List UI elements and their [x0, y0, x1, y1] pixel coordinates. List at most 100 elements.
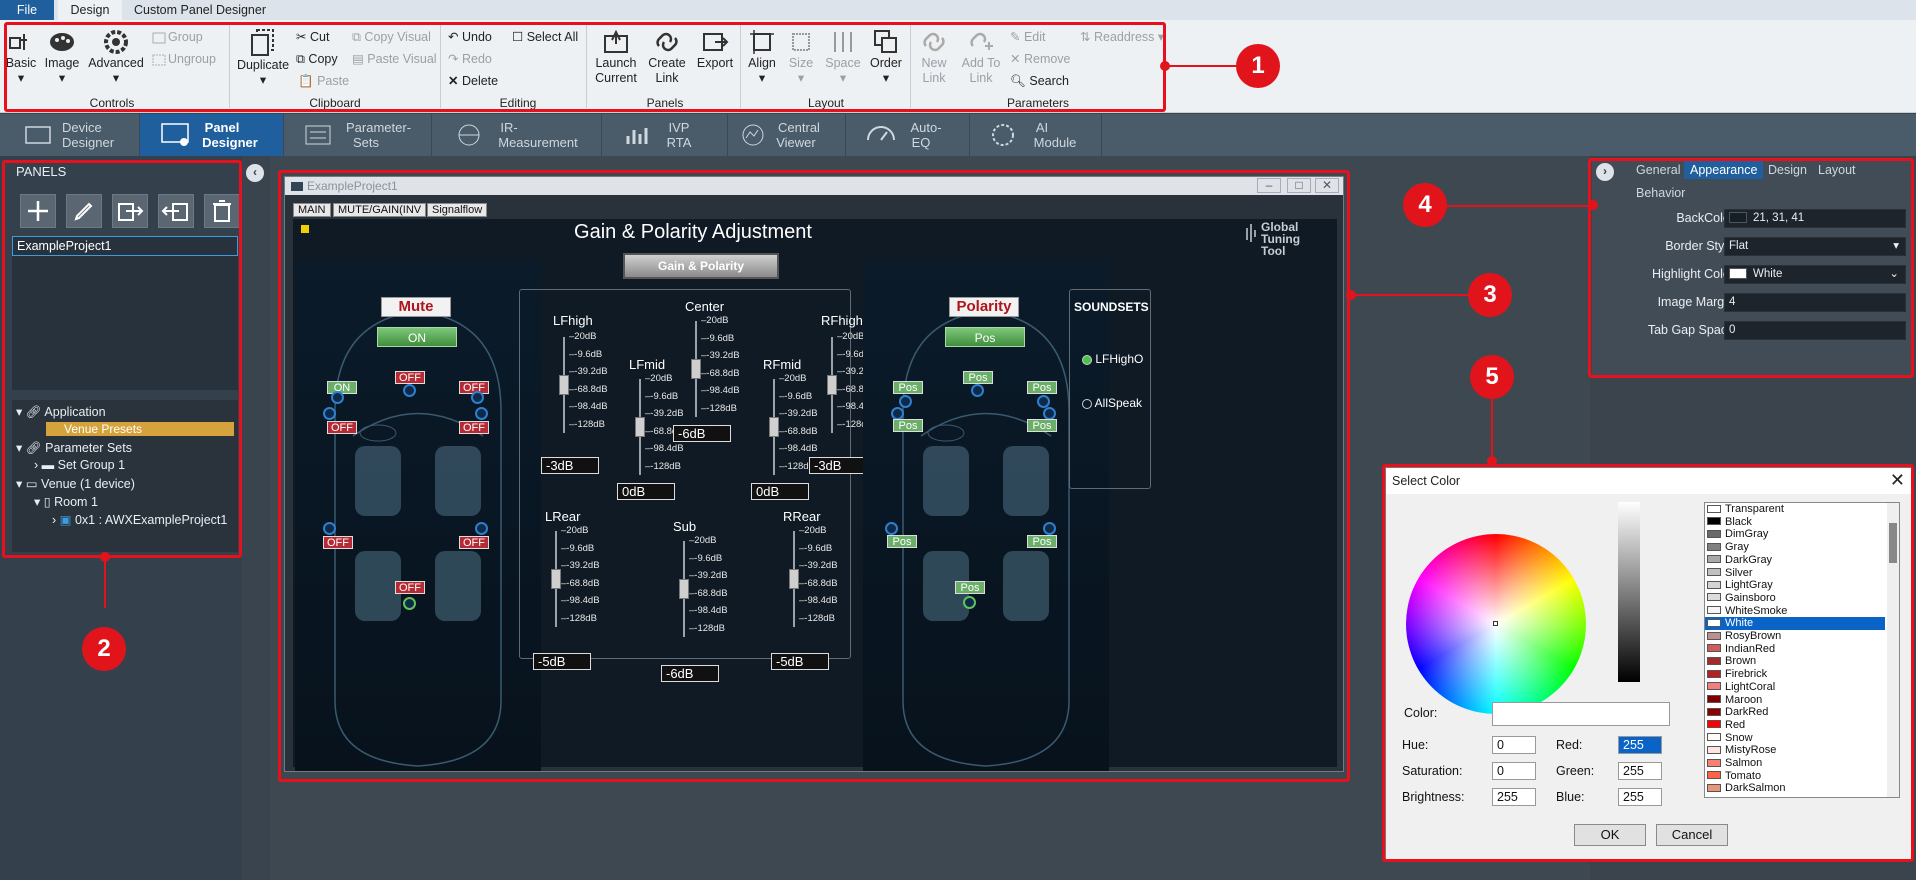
mute-chip[interactable]: OFF — [323, 536, 353, 549]
panel-list-item[interactable]: ExampleProject1 — [12, 236, 238, 256]
order-button[interactable]: Order ▾ — [866, 28, 906, 86]
color-list-item[interactable]: LightCoral — [1705, 681, 1885, 694]
color-list-item[interactable]: IndianRed — [1705, 643, 1885, 656]
ok-button[interactable]: OK — [1574, 824, 1646, 846]
image-margin-field[interactable]: 4 — [1724, 293, 1906, 312]
color-list-item[interactable]: DarkRed — [1705, 706, 1885, 719]
space-button[interactable]: Space ▾ — [824, 28, 862, 86]
color-wheel[interactable] — [1406, 534, 1586, 714]
fader-value-field[interactable]: -6dB — [673, 425, 731, 442]
tree-node-venue-presets[interactable]: Venue Presets — [46, 422, 234, 436]
collapse-panel-button[interactable]: ‹ — [246, 164, 264, 182]
red-input[interactable]: 255 — [1618, 736, 1662, 754]
create-link-button[interactable]: Create Link — [646, 28, 688, 86]
duplicate-button[interactable]: Duplicate ▾ — [234, 28, 292, 88]
soundset-option[interactable]: AllSpeak — [1082, 396, 1142, 410]
polarity-toggle-button[interactable]: Pos — [945, 327, 1025, 347]
polarity-chip[interactable]: Pos — [1027, 419, 1057, 432]
brightness-input[interactable]: 255 — [1492, 788, 1536, 806]
mute-chip[interactable]: OFF — [395, 581, 425, 594]
fader-handle[interactable] — [679, 579, 689, 599]
delete-button[interactable]: ✕ Delete — [448, 70, 498, 92]
search-button[interactable]: 🔍︎ Search — [1010, 70, 1069, 92]
tab-ir-measurement[interactable]: IR- Measurement — [432, 114, 602, 156]
fader-value-field[interactable]: 0dB — [751, 483, 809, 500]
copy-visual-button[interactable]: ⧉ Copy Visual — [352, 26, 431, 48]
color-list-item[interactable]: Silver — [1705, 567, 1885, 580]
color-list-item[interactable]: Transparent — [1705, 503, 1885, 516]
color-list-item[interactable]: LightGray — [1705, 579, 1885, 592]
mute-chip[interactable]: OFF — [459, 421, 489, 434]
fader-handle[interactable] — [789, 569, 799, 589]
size-button[interactable]: Size ▾ — [784, 28, 818, 86]
polarity-chip[interactable]: Pos — [893, 381, 923, 394]
color-list[interactable]: Transparent Black DimGray Gray DarkGray Silve… — [1704, 502, 1900, 798]
tree-node-room[interactable]: ▾ ▯ Room 1 — [34, 494, 98, 509]
polarity-chip[interactable]: Pos — [887, 535, 917, 548]
tab-file[interactable]: File — [0, 0, 54, 20]
cancel-button[interactable]: Cancel — [1656, 824, 1728, 846]
paste-visual-button[interactable]: ▤ Paste Visual — [352, 48, 437, 70]
color-list-item[interactable]: Gray — [1705, 541, 1885, 554]
prop-tab-behavior[interactable]: Behavior — [1636, 186, 1685, 200]
fader-value-field[interactable]: 0dB — [617, 483, 675, 500]
maximize-button[interactable]: □ — [1287, 178, 1311, 193]
polarity-chip[interactable]: Pos — [955, 581, 985, 594]
polarity-chip[interactable]: Pos — [1027, 535, 1057, 548]
align-button[interactable]: Align ▾ — [744, 28, 780, 86]
fader-value-field[interactable]: -3dB — [541, 457, 599, 474]
mute-chip[interactable]: OFF — [395, 371, 425, 384]
backcolor-field[interactable]: 21, 31, 41 — [1724, 209, 1906, 228]
tab-design[interactable]: Design — [58, 0, 122, 20]
color-list-item[interactable]: White — [1705, 617, 1885, 631]
close-button[interactable]: ✕ — [1315, 178, 1339, 193]
fader-handle[interactable] — [769, 417, 779, 437]
paste-button[interactable]: 📋 Paste — [298, 70, 349, 92]
color-list-item[interactable]: Maroon — [1705, 694, 1885, 707]
undo-button[interactable]: ↶ Undo — [448, 26, 492, 48]
fader-handle[interactable] — [635, 417, 645, 437]
export-panel-button[interactable] — [112, 194, 148, 228]
group-button[interactable]: Group — [152, 26, 203, 48]
color-list-item[interactable]: DarkGray — [1705, 554, 1885, 567]
delete-panel-button[interactable] — [204, 194, 240, 228]
tree-node-application[interactable]: ▾ 🔗︎ Application — [16, 404, 106, 420]
green-input[interactable]: 255 — [1618, 762, 1662, 780]
tree-node-venue[interactable]: ▾ ▭ Venue (1 device) — [16, 476, 135, 491]
cut-button[interactable]: ✂ Cut — [296, 26, 329, 48]
tree-node-device[interactable]: › ▣ 0x1 : AWXExampleProject1 — [52, 512, 227, 527]
brightness-slider[interactable] — [1618, 502, 1640, 682]
prop-tab-general[interactable]: General — [1636, 163, 1680, 177]
color-list-item[interactable]: DarkSalmon — [1705, 782, 1885, 795]
saturation-input[interactable]: 0 — [1492, 762, 1536, 780]
close-icon[interactable]: ✕ — [1890, 470, 1905, 491]
tab-auto-eq[interactable]: Auto- EQ — [846, 114, 970, 156]
color-list-item[interactable]: Brown — [1705, 655, 1885, 668]
color-list-item[interactable]: RosyBrown — [1705, 630, 1885, 643]
color-list-item[interactable]: DimGray — [1705, 528, 1885, 541]
fader-value-field[interactable]: -3dB — [809, 457, 867, 474]
color-list-item[interactable]: Black — [1705, 516, 1885, 529]
mute-chip[interactable]: OFF — [459, 536, 489, 549]
select-all-button[interactable]: ☐ Select All — [512, 26, 578, 48]
launch-current-button[interactable]: Launch Current — [592, 28, 640, 86]
polarity-chip[interactable]: Pos — [1027, 381, 1057, 394]
tab-signalflow[interactable]: Signalflow — [427, 203, 488, 217]
edit-button[interactable]: ✎ Edit — [1010, 26, 1046, 48]
hue-input[interactable]: 0 — [1492, 736, 1536, 754]
polarity-chip[interactable]: Pos — [963, 371, 993, 384]
fader-value-field[interactable]: -5dB — [771, 653, 829, 670]
fader-handle[interactable] — [559, 375, 569, 395]
readdress-button[interactable]: ⇅ Readdress ▾ — [1080, 26, 1164, 48]
fader-value-field[interactable]: -5dB — [533, 653, 591, 670]
fader-value-field[interactable]: -6dB — [661, 665, 719, 682]
tree-node-set-group[interactable]: › ▬ Set Group 1 — [34, 458, 125, 472]
color-list-item[interactable]: Red — [1705, 719, 1885, 732]
remove-button[interactable]: ✕ Remove — [1010, 48, 1071, 70]
copy-button[interactable]: ⧉ Copy — [296, 48, 338, 70]
prop-tab-layout[interactable]: Layout — [1818, 163, 1856, 177]
tab-main[interactable]: MAIN — [293, 203, 331, 217]
gain-polarity-button[interactable]: Gain & Polarity — [623, 253, 779, 279]
add-panel-button[interactable] — [20, 194, 56, 228]
tab-mute-gain[interactable]: MUTE/GAIN(INV — [333, 203, 427, 217]
